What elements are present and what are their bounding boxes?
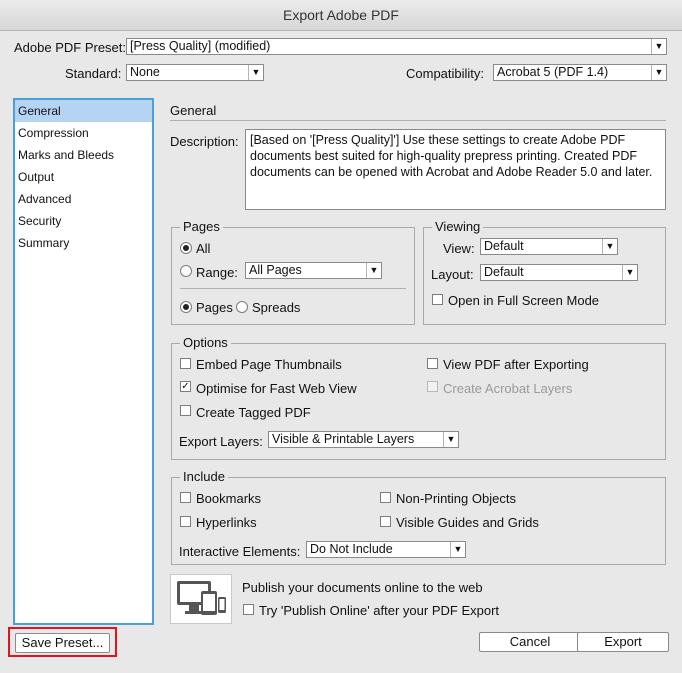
export-layers-label: Export Layers: [179,434,263,449]
standard-value: None [130,65,160,79]
interactive-label: Interactive Elements: [179,544,301,559]
bookmarks-checkbox[interactable] [180,492,191,503]
view-after-export-label: View PDF after Exporting [443,357,589,372]
guides-label: Visible Guides and Grids [396,515,539,530]
chevron-down-icon: ▼ [651,39,666,54]
standard-select[interactable]: None ▼ [126,64,264,81]
preset-value: [Press Quality] (modified) [130,39,271,53]
preset-select[interactable]: [Press Quality] (modified) ▼ [126,38,667,55]
fullscreen-label: Open in Full Screen Mode [448,293,600,308]
compatibility-value: Acrobat 5 (PDF 1.4) [497,65,609,79]
export-layers-value: Visible & Printable Layers [272,432,415,446]
chevron-down-icon: ▼ [651,65,666,80]
embed-thumbnails-label: Embed Page Thumbnails [196,357,342,372]
chevron-down-icon: ▼ [366,263,381,278]
sidebar-item-output[interactable]: Output [15,166,152,188]
description-label: Description: [170,134,239,149]
view-select[interactable]: Default ▼ [480,238,618,255]
layout-label: Layout: [431,267,474,282]
description-text[interactable]: [Based on '[Press Quality]'] Use these s… [245,129,666,210]
chevron-down-icon: ▼ [443,432,458,447]
view-after-export-checkbox[interactable] [427,358,438,369]
standard-label: Standard: [65,66,122,81]
sidebar-item-marks-and-bleeds[interactable]: Marks and Bleeds [15,144,152,166]
radio-pages-label: Pages [196,300,233,315]
cancel-button[interactable]: Cancel [479,632,581,652]
hyperlinks-checkbox[interactable] [180,516,191,527]
acrobat-layers-checkbox [427,381,438,392]
sidebar-item-summary[interactable]: Summary [15,232,152,254]
bookmarks-label: Bookmarks [196,491,262,506]
guides-checkbox[interactable] [380,516,391,527]
sidebar-item-compression[interactable]: Compression [15,122,152,144]
section-heading: General [170,103,217,118]
radio-range[interactable] [180,265,192,277]
options-legend: Options [180,336,231,350]
interactive-value: Do Not Include [310,542,393,556]
embed-thumbnails-checkbox[interactable] [180,358,191,369]
pages-divider [180,288,406,289]
chevron-down-icon: ▼ [602,239,617,254]
optimise-label: Optimise for Fast Web View [196,381,357,396]
publish-online-label: Try 'Publish Online' after your PDF Expo… [259,603,500,618]
view-label: View: [443,241,475,256]
compatibility-label: Compatibility: [406,66,485,81]
radio-all-label: All [196,241,211,256]
divider [170,120,666,121]
fullscreen-checkbox[interactable] [432,294,443,305]
viewing-legend: Viewing [432,220,484,234]
hyperlinks-label: Hyperlinks [196,515,257,530]
tagged-pdf-label: Create Tagged PDF [196,405,311,420]
sidebar-item-security[interactable]: Security [15,210,152,232]
window-title: Export Adobe PDF [0,0,682,31]
sidebar: General Compression Marks and Bleeds Out… [13,98,154,625]
acrobat-layers-label: Create Acrobat Layers [443,381,573,396]
include-legend: Include [180,470,228,484]
view-value: Default [484,239,524,253]
range-value: All Pages [249,263,302,277]
devices-icon [170,574,232,624]
layout-value: Default [484,265,524,279]
radio-spreads[interactable] [236,301,248,313]
preset-label: Adobe PDF Preset: [14,40,126,55]
sidebar-item-general[interactable]: General [15,100,152,122]
compatibility-select[interactable]: Acrobat 5 (PDF 1.4) ▼ [493,64,667,81]
optimise-checkbox[interactable]: ✓ [180,381,191,392]
chevron-down-icon: ▼ [248,65,263,80]
export-layers-select[interactable]: Visible & Printable Layers ▼ [268,431,459,448]
chevron-down-icon: ▼ [622,265,637,280]
publish-text: Publish your documents online to the web [242,580,483,595]
radio-all[interactable] [180,242,192,254]
radio-spreads-label: Spreads [252,300,301,315]
export-pdf-dialog: Export Adobe PDF Adobe PDF Preset: [Pres… [0,0,682,673]
pages-legend: Pages [180,220,223,234]
radio-pages[interactable] [180,301,192,313]
non-printing-checkbox[interactable] [380,492,391,503]
sidebar-item-advanced[interactable]: Advanced [15,188,152,210]
export-button[interactable]: Export [577,632,669,652]
publish-online-checkbox[interactable] [243,604,254,615]
non-printing-label: Non-Printing Objects [396,491,516,506]
chevron-down-icon: ▼ [450,542,465,557]
save-preset-button[interactable]: Save Preset... [15,633,110,653]
interactive-select[interactable]: Do Not Include ▼ [306,541,466,558]
range-select[interactable]: All Pages ▼ [245,262,382,279]
tagged-pdf-checkbox[interactable] [180,405,191,416]
radio-range-label: Range: [196,265,238,280]
layout-select[interactable]: Default ▼ [480,264,638,281]
